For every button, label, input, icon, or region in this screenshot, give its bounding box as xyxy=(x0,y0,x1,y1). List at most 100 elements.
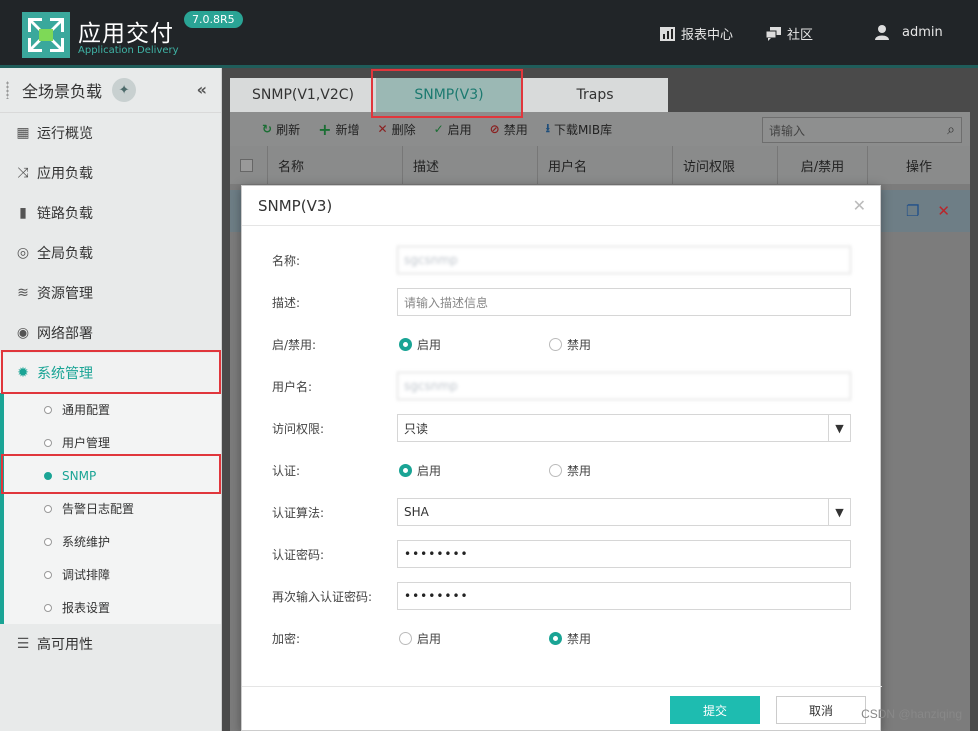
radio-icon xyxy=(399,464,412,477)
name-input[interactable]: sgcsnmp xyxy=(397,246,851,274)
sidebar-item-overview[interactable]: ▦ 运行概览 xyxy=(0,113,221,153)
sidebar-item-label: 资源管理 xyxy=(37,286,93,302)
ban-icon: ⊘ xyxy=(489,122,500,136)
version-badge: 7.0.8R5 xyxy=(184,11,243,28)
sidebar-item-resources[interactable]: ≋ 资源管理 xyxy=(0,273,221,313)
delete-row-icon[interactable]: ✕ xyxy=(937,202,950,220)
enable-off-radio[interactable]: 禁用 xyxy=(549,336,591,353)
sidebar-item-global-load[interactable]: ◎ 全局负载 xyxy=(0,233,221,273)
form-row-encryption: 加密: 启用 禁用 xyxy=(242,622,882,654)
search-icon[interactable]: ⌕ xyxy=(947,122,955,138)
user-menu[interactable]: admin xyxy=(874,24,943,40)
name-label: 名称: xyxy=(272,254,301,268)
column-header-access[interactable]: 访问权限 xyxy=(673,146,778,184)
drag-handle-icon[interactable] xyxy=(6,81,9,99)
refresh-button[interactable]: ↻ 刷新 xyxy=(262,121,300,138)
plus-icon: + xyxy=(318,119,332,139)
sidebar-header: 全场景负载 ✦ « xyxy=(0,68,221,113)
app-subtitle: Application Delivery xyxy=(78,45,179,56)
confirm-password-input[interactable]: •••••••• xyxy=(397,582,851,610)
search-input[interactable]: 请输入 ⌕ xyxy=(762,117,962,143)
disable-button[interactable]: ⊘ 禁用 xyxy=(490,121,528,138)
submenu-item-general[interactable]: 通用配置 xyxy=(4,393,221,426)
access-label: 访问权限: xyxy=(272,422,325,436)
cancel-button[interactable]: 取消 xyxy=(776,696,866,724)
auth-on-radio[interactable]: 启用 xyxy=(399,462,441,479)
globe-badge-icon[interactable]: ✦ xyxy=(112,78,137,102)
radio-label: 启用 xyxy=(417,338,442,352)
reports-center-link[interactable]: 报表中心 xyxy=(660,24,733,43)
sidebar-item-label: 运行概览 xyxy=(37,126,93,142)
chevron-down-icon[interactable]: ▼ xyxy=(828,415,850,441)
sidebar-item-label: 系统管理 xyxy=(37,366,93,382)
submenu-item-maintenance[interactable]: 系统维护 xyxy=(4,525,221,558)
sidebar-item-system[interactable]: ✹ 系统管理 xyxy=(0,353,221,393)
submenu-item-label: 用户管理 xyxy=(62,436,111,450)
app-title: 应用交付 xyxy=(78,21,174,47)
add-button[interactable]: + 新增 xyxy=(318,120,359,139)
tab-traps[interactable]: Traps xyxy=(522,78,668,112)
refresh-icon: ↻ xyxy=(262,122,273,136)
submenu-item-alert-log[interactable]: 告警日志配置 xyxy=(4,492,221,525)
select-all-checkbox[interactable] xyxy=(230,146,268,184)
tab-snmp-v1v2c[interactable]: SNMP(V1,V2C) xyxy=(230,78,376,112)
refresh-label: 刷新 xyxy=(276,122,301,137)
algorithm-value: SHA xyxy=(404,505,429,519)
submenu-item-label: 通用配置 xyxy=(62,403,111,417)
list-icon: ☰ xyxy=(16,636,30,652)
chevron-down-icon[interactable]: ▼ xyxy=(828,499,850,525)
reports-center-label: 报表中心 xyxy=(681,28,734,43)
auth-off-radio[interactable]: 禁用 xyxy=(549,462,591,479)
form-row-access: 访问权限: 只读 ▼ xyxy=(242,412,882,444)
submenu-item-report-settings[interactable]: 报表设置 xyxy=(4,591,221,624)
description-input[interactable]: 请输入描述信息 xyxy=(397,288,851,316)
column-header-status[interactable]: 启/禁用 xyxy=(778,146,868,184)
dialog-title: SNMP(V3) xyxy=(258,196,333,215)
tab-snmp-v3[interactable]: SNMP(V3) xyxy=(376,78,522,112)
form-row-auth: 认证: 启用 禁用 xyxy=(242,454,882,486)
dialog-header: SNMP(V3) ✕ xyxy=(242,186,880,226)
form-row-algorithm: 认证算法: SHA ▼ xyxy=(242,496,882,528)
collapse-sidebar-icon[interactable]: « xyxy=(197,80,207,99)
form-row-auth-password: 认证密码: •••••••• xyxy=(242,538,882,570)
submenu-item-debug[interactable]: 调试排障 xyxy=(4,558,221,591)
sidebar-item-label: 高可用性 xyxy=(37,637,93,653)
column-header-username[interactable]: 用户名 xyxy=(538,146,673,184)
username-input[interactable]: sgcsnmp xyxy=(397,372,851,400)
submenu-item-users[interactable]: 用户管理 xyxy=(4,426,221,459)
enable-on-radio[interactable]: 启用 xyxy=(399,336,441,353)
column-header-label: 描述 xyxy=(413,159,440,175)
sidebar-item-label: 链路负载 xyxy=(37,206,93,222)
auth-password-input[interactable]: •••••••• xyxy=(397,540,851,568)
delete-button[interactable]: ✕ 删除 xyxy=(378,121,416,138)
download-mib-button[interactable]: ⭳ 下载MIB库 xyxy=(546,119,612,140)
column-header-description[interactable]: 描述 xyxy=(403,146,538,184)
copy-icon[interactable]: ❐ xyxy=(906,202,919,220)
bullet-icon xyxy=(44,438,52,447)
submenu-item-snmp[interactable]: SNMP xyxy=(4,459,221,492)
access-value: 只读 xyxy=(404,421,429,436)
submit-button[interactable]: 提交 xyxy=(670,696,760,724)
community-link[interactable]: 社区 xyxy=(765,24,813,43)
sidebar-item-link-load[interactable]: ▮ 链路负载 xyxy=(0,193,221,233)
sidebar-item-label: 应用负载 xyxy=(37,166,93,182)
column-header-name[interactable]: 名称 xyxy=(268,146,403,184)
user-icon xyxy=(874,24,890,40)
encryption-on-radio[interactable]: 启用 xyxy=(399,630,441,647)
radio-label: 禁用 xyxy=(567,338,592,352)
tab-label: Traps xyxy=(576,87,614,103)
sidebar-item-network[interactable]: ◉ 网络部署 xyxy=(0,313,221,353)
gear-icon: ✹ xyxy=(17,365,29,381)
algorithm-select[interactable]: SHA ▼ xyxy=(397,498,851,526)
sidebar: 全场景负载 ✦ « ▦ 运行概览 ⤨ 应用负载 ▮ 链路负载 ◎ 全局负载 ≋ … xyxy=(0,68,222,731)
access-select[interactable]: 只读 ▼ xyxy=(397,414,851,442)
sidebar-item-app-load[interactable]: ⤨ 应用负载 xyxy=(0,153,221,193)
download-mib-label: 下载MIB库 xyxy=(553,122,613,137)
tab-bar: SNMP(V1,V2C) SNMP(V3) Traps xyxy=(230,78,668,112)
sidebar-item-high-availability[interactable]: ☰ 高可用性 xyxy=(0,624,221,664)
enable-button[interactable]: ✓ 启用 xyxy=(434,121,472,138)
close-icon[interactable]: ✕ xyxy=(853,196,866,215)
encryption-off-radio[interactable]: 禁用 xyxy=(549,630,591,647)
chat-icon xyxy=(765,26,781,41)
app-logo[interactable] xyxy=(22,12,70,58)
